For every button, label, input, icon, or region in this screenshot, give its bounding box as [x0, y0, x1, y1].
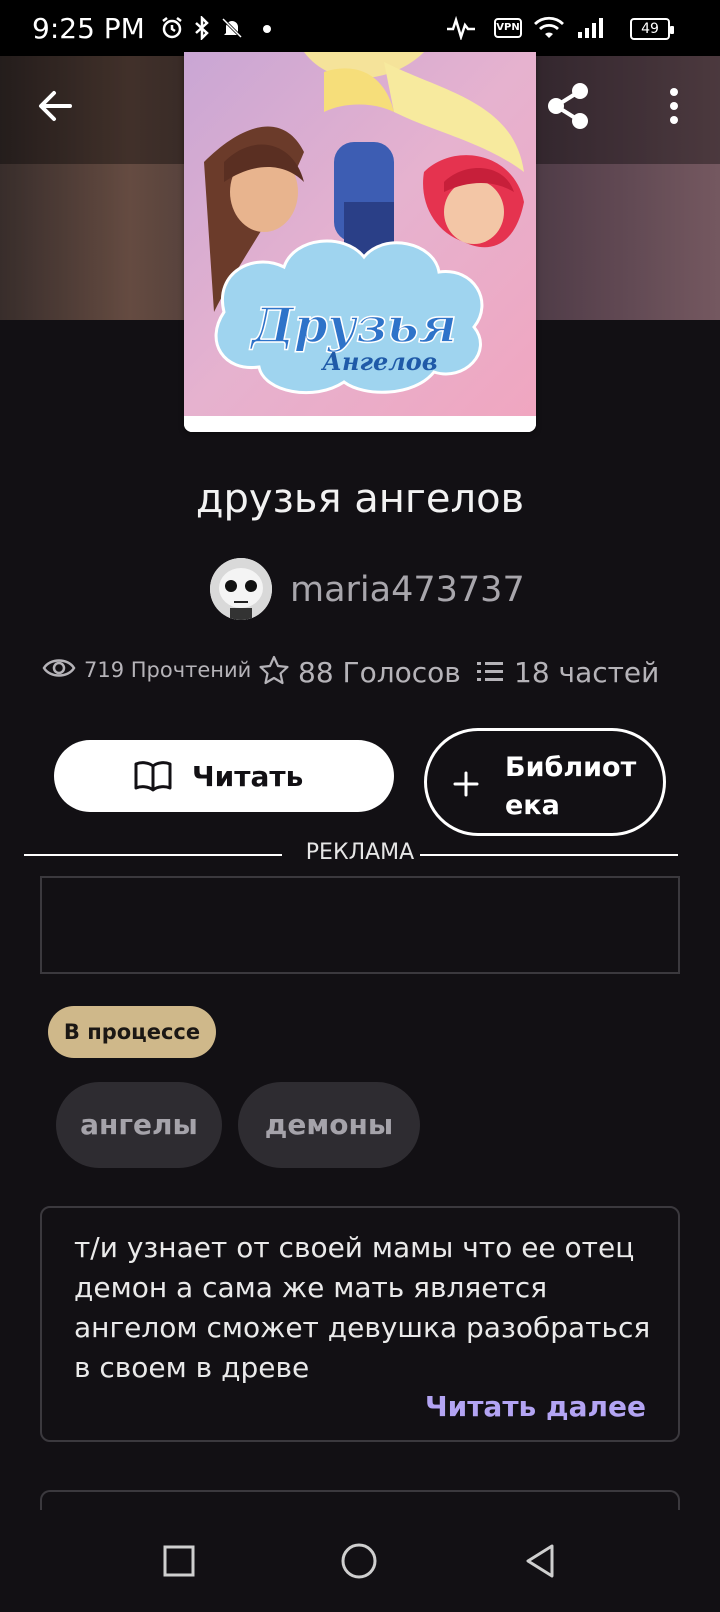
share-icon[interactable] [536, 78, 600, 134]
status-bar: 9:25 PM VPN 49 [0, 0, 720, 56]
description-card: т/и узнает от своей мамы что ее отец дем… [40, 1206, 680, 1442]
author-avatar[interactable] [210, 558, 272, 620]
read-button[interactable]: Читать [54, 740, 394, 812]
activity-icon [447, 16, 475, 40]
story-cover[interactable]: Друзья Ангелов [184, 52, 536, 432]
dot-icon [263, 25, 271, 33]
add-to-library-button[interactable]: Библиот ека [424, 728, 666, 836]
plus-icon [453, 771, 479, 797]
parts-count: 18 частей [514, 656, 660, 689]
ad-slot[interactable] [40, 876, 680, 974]
star-icon [259, 655, 289, 685]
library-button-label: Библиот ека [505, 752, 637, 821]
ad-divider-left [24, 854, 282, 856]
vpn-icon: VPN [494, 18, 522, 38]
status-time: 9:25 PM [32, 12, 145, 45]
list-icon [477, 662, 503, 681]
back-arrow-icon[interactable] [28, 78, 84, 134]
home-icon[interactable] [340, 1542, 378, 1580]
read-button-label: Читать [192, 760, 304, 793]
wifi-icon [534, 16, 564, 38]
author-name[interactable]: maria473737 [290, 570, 525, 610]
cover-illustration: Друзья Ангелов [184, 52, 536, 432]
ad-divider-right [420, 854, 678, 856]
battery-icon: 49 [630, 18, 674, 40]
alarm-icon [162, 17, 182, 39]
status-badge: В процессе [48, 1006, 216, 1058]
bluetooth-icon [195, 16, 209, 40]
recents-icon[interactable] [162, 1544, 196, 1578]
description-text: т/и узнает от своей мамы что ее отец дем… [74, 1231, 651, 1384]
system-nav-bar [0, 1510, 720, 1612]
notifications-off-icon [221, 17, 243, 39]
tag-chip[interactable]: демоны [238, 1082, 420, 1168]
more-options-icon[interactable] [656, 78, 692, 134]
votes-count: 88 Голосов [298, 656, 461, 689]
book-icon [134, 761, 172, 792]
ad-label: РЕКЛАМА [305, 840, 415, 865]
signal-icon [578, 18, 603, 38]
eye-icon [42, 659, 76, 677]
cover-title-line1: Друзья [249, 298, 456, 354]
read-more-link[interactable]: Читать далее [425, 1390, 646, 1423]
tag-chip[interactable]: ангелы [56, 1082, 222, 1168]
story-title: друзья ангелов [195, 476, 525, 522]
nav-back-icon[interactable] [522, 1542, 558, 1580]
cover-title-line2: Ангелов [320, 347, 437, 376]
reads-count: 719 Прочтений [84, 658, 252, 682]
